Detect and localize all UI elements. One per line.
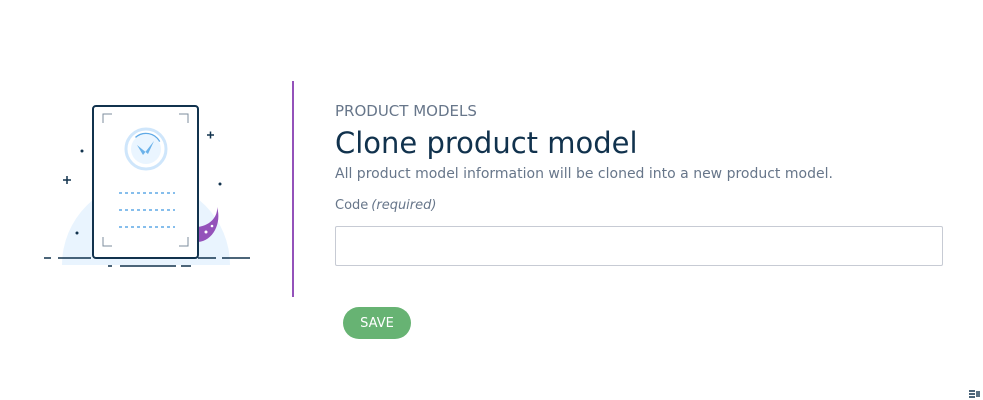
code-label-text: Code — [335, 198, 369, 213]
required-indicator: (required) — [371, 198, 437, 213]
ribbon-spot-2 — [210, 224, 214, 228]
modal-content: PRODUCT MODELS Clone product model All p… — [335, 101, 945, 266]
badge-inner — [131, 134, 161, 164]
vertical-divider — [292, 81, 294, 297]
code-field-label: Code (required) — [335, 198, 945, 214]
modal-title: Clone product model — [335, 126, 638, 160]
save-button[interactable]: SAVE — [343, 307, 411, 339]
clone-product-model-page: PRODUCT MODELS Clone product model All p… — [0, 0, 983, 400]
sparkle-dot-bottom-left — [75, 231, 79, 235]
sparkle-dot-right — [218, 182, 222, 186]
corner-icon — [969, 390, 980, 398]
modal-subtitle: All product model information will be cl… — [335, 166, 833, 182]
plus-icon-top-right — [207, 131, 214, 139]
sparkle-dot-top-left — [80, 149, 84, 153]
section-title: PRODUCT MODELS — [335, 102, 477, 120]
code-input[interactable] — [335, 226, 943, 266]
product-model-illustration — [44, 105, 250, 267]
ribbon-spot-1 — [204, 230, 208, 234]
plus-icon-left — [63, 176, 71, 184]
